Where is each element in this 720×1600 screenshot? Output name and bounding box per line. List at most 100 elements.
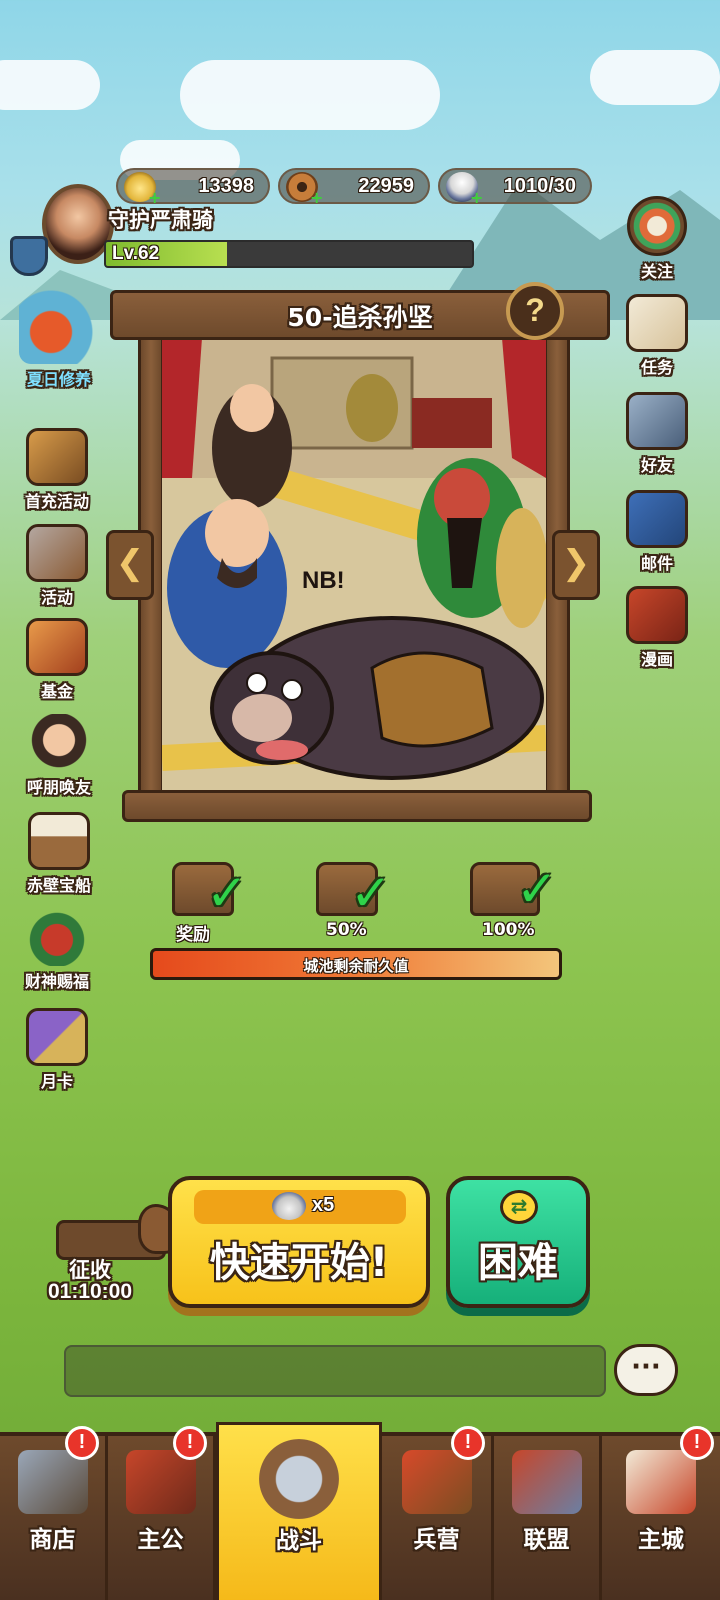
gold-value: 13398 bbox=[198, 175, 254, 197]
left-menu-event[interactable]: 活动 bbox=[12, 524, 102, 608]
claimed-check-icon: ✓ bbox=[206, 864, 248, 922]
alert-badge: ! bbox=[680, 1426, 714, 1460]
tab-label: 主公 bbox=[137, 1527, 184, 1553]
quick-start-button[interactable]: x5 快速开始! bbox=[168, 1176, 430, 1308]
treasure-ship-icon bbox=[28, 812, 90, 870]
tab-label: 战斗 bbox=[276, 1528, 322, 1554]
rank-shield-icon bbox=[10, 236, 48, 276]
crossed-swords-icon bbox=[259, 1439, 339, 1519]
shop-scale-icon bbox=[17, 1450, 88, 1514]
hard-mode-button[interactable]: ⇄ 困难 bbox=[446, 1176, 590, 1308]
quick-start-cost-value: x5 bbox=[312, 1194, 335, 1216]
left-menu-fund[interactable]: 基金 bbox=[12, 618, 102, 702]
art-caption: NB! bbox=[302, 567, 345, 594]
fund-icon bbox=[26, 618, 88, 676]
left-menu-label: 基金 bbox=[40, 682, 73, 701]
right-menu-comic[interactable]: 漫画 bbox=[612, 586, 702, 670]
lord-armor-icon bbox=[125, 1450, 196, 1514]
tab-label: 兵营 bbox=[413, 1527, 460, 1553]
tab-alliance[interactable]: 联盟 bbox=[494, 1436, 602, 1600]
add-copper-icon[interactable]: + bbox=[310, 188, 323, 207]
left-menu-label: 月卡 bbox=[40, 1072, 73, 1091]
quest-icon bbox=[626, 294, 688, 352]
left-menu-fortune-god[interactable]: 财神赐福 bbox=[12, 908, 102, 992]
stage-illustration: NB! bbox=[162, 338, 546, 790]
help-button[interactable]: ? bbox=[506, 282, 564, 340]
reward-label: 50% bbox=[326, 920, 367, 940]
summer-rest-icon bbox=[19, 284, 99, 364]
left-menu-label: 赤壁宝船 bbox=[26, 876, 91, 895]
friends-icon bbox=[626, 392, 688, 450]
event-icon bbox=[26, 524, 88, 582]
right-menu-label: 关注 bbox=[640, 262, 673, 281]
invite-friends-icon bbox=[28, 714, 90, 772]
hard-mode-label: 困难 bbox=[478, 1240, 558, 1286]
cloud-decoration bbox=[590, 50, 720, 105]
comic-icon bbox=[626, 586, 688, 644]
quick-start-label: 快速开始! bbox=[209, 1240, 389, 1286]
right-menu-quest[interactable]: 任务 bbox=[612, 294, 702, 378]
fortune-god-icon bbox=[26, 908, 88, 966]
add-food-icon[interactable]: + bbox=[470, 188, 483, 207]
frame-bottom-plank bbox=[122, 790, 592, 822]
bottom-nav: 商店 ! 主公 ! 战斗 兵营 ! 联盟 主城 ! bbox=[0, 1422, 720, 1600]
right-menu-label: 邮件 bbox=[640, 554, 673, 573]
prev-stage-button[interactable]: ❮ bbox=[106, 530, 154, 600]
player-name: 守护严肃骑 bbox=[108, 208, 213, 232]
collect-timer: 01:10:00 bbox=[47, 1280, 133, 1303]
follow-icon bbox=[627, 196, 687, 256]
stage-artwork[interactable]: NB! bbox=[162, 338, 546, 790]
mail-icon bbox=[626, 490, 688, 548]
tab-barracks[interactable]: 兵营 ! bbox=[382, 1426, 494, 1600]
reward-label: 100% bbox=[482, 920, 535, 940]
food-counter[interactable]: + 1010/30 bbox=[438, 168, 592, 207]
right-menu-follow[interactable]: 关注 bbox=[612, 196, 702, 282]
level-progress-bar: Lv.62 bbox=[104, 240, 474, 268]
first-charge-icon bbox=[26, 428, 88, 486]
chat-bubble-icon[interactable]: ··· bbox=[614, 1344, 678, 1396]
left-menu-label: 财神赐福 bbox=[24, 972, 89, 991]
copper-value: 22959 bbox=[358, 175, 414, 197]
left-menu-treasure-ship[interactable]: 赤壁宝船 bbox=[14, 812, 104, 896]
alliance-banner-icon bbox=[511, 1450, 582, 1514]
left-menu-first-charge[interactable]: 首充活动 bbox=[12, 428, 102, 512]
barracks-weapons-icon bbox=[401, 1450, 472, 1514]
chat-input[interactable] bbox=[64, 1345, 606, 1397]
left-menu-label: 夏日修养 bbox=[26, 370, 91, 389]
tab-shop[interactable]: 商店 ! bbox=[0, 1426, 108, 1600]
right-menu-mail[interactable]: 邮件 bbox=[612, 490, 702, 574]
alert-badge: ! bbox=[173, 1426, 207, 1460]
right-menu-label: 好友 bbox=[640, 456, 673, 475]
left-menu-summer-rest[interactable]: 夏日修养 bbox=[14, 284, 104, 390]
food-value: 1010/30 bbox=[503, 175, 576, 197]
city-map-icon bbox=[626, 1450, 696, 1514]
claimed-check-icon: ✓ bbox=[516, 860, 558, 918]
left-menu-label: 首充活动 bbox=[24, 492, 89, 511]
gold-counter[interactable]: + 13398 bbox=[116, 168, 270, 207]
claimed-check-icon: ✓ bbox=[350, 864, 392, 922]
copper-counter[interactable]: + 22959 bbox=[278, 168, 430, 207]
tab-lord[interactable]: 主公 ! bbox=[108, 1426, 216, 1600]
alert-badge: ! bbox=[451, 1426, 485, 1460]
right-menu-label: 任务 bbox=[640, 358, 673, 377]
right-menu-label: 漫画 bbox=[640, 650, 673, 669]
reward-label: 奖励 bbox=[176, 925, 210, 945]
alert-badge: ! bbox=[65, 1426, 99, 1460]
left-menu-invite-friends[interactable]: 呼朋唤友 bbox=[14, 714, 104, 798]
next-stage-button[interactable]: ❯ bbox=[552, 530, 600, 600]
swap-icon: ⇄ bbox=[500, 1190, 538, 1224]
left-menu-label: 活动 bbox=[40, 588, 73, 607]
right-menu-friends[interactable]: 好友 bbox=[612, 392, 702, 476]
collect-tax-button[interactable]: 征收 01:10:00 bbox=[20, 1200, 182, 1310]
left-menu-monthly-card[interactable]: 月卡 bbox=[12, 1008, 102, 1092]
tab-battle[interactable]: 战斗 bbox=[216, 1422, 382, 1600]
tab-label: 联盟 bbox=[523, 1527, 570, 1553]
monthly-card-icon bbox=[26, 1008, 88, 1066]
player-level: Lv.62 bbox=[112, 243, 160, 264]
city-durability-label: 城池剩余耐久值 bbox=[303, 957, 409, 975]
rice-bowl-icon bbox=[272, 1192, 306, 1220]
quick-start-cost: x5 bbox=[194, 1190, 406, 1224]
tab-label: 主城 bbox=[638, 1527, 684, 1553]
tab-main-city[interactable]: 主城 ! bbox=[602, 1426, 720, 1600]
left-menu-label: 呼朋唤友 bbox=[26, 778, 91, 797]
